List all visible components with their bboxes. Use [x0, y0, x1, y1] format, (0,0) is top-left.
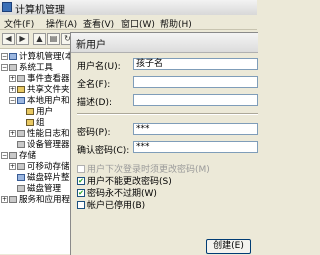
collapse-icon[interactable]: − — [1, 53, 8, 60]
tree-item-label: 组 — [36, 118, 45, 128]
tree-item-label: 设备管理器 — [27, 140, 70, 150]
up-folder-icon[interactable]: ▲ — [33, 33, 46, 45]
forward-icon[interactable]: ▶ — [16, 33, 29, 45]
folder-icon — [26, 119, 34, 126]
tree-item-label: 磁盘管理 — [27, 184, 62, 194]
confirm-password-field[interactable]: *** — [133, 141, 258, 153]
description-field[interactable] — [133, 94, 258, 106]
cannot-change-password-checkbox[interactable]: ✔ — [77, 176, 85, 185]
menu-bar: 文件(F) 操作(A) 查看(V) 窗口(W) 帮助(H) — [0, 15, 257, 30]
tree-item-event-viewer[interactable]: + 事件查看器 — [9, 74, 70, 84]
fullname-field[interactable] — [133, 76, 258, 88]
tree-item-storage[interactable]: − 存储 — [1, 151, 36, 161]
expand-icon[interactable]: + — [1, 196, 8, 203]
tree-item-label: 可移动存储 — [27, 162, 70, 172]
tree-item-label: 系统工具 — [19, 63, 54, 73]
tree-item-label: 事件查看器 — [27, 74, 70, 84]
tree-item-shared-folders[interactable]: + 共享文件夹 — [9, 85, 70, 95]
tree-item-label: 共享文件夹 — [27, 85, 70, 95]
account-disabled-option[interactable]: 帐户已停用(B) — [77, 198, 146, 211]
tools-icon — [9, 64, 17, 71]
expand-icon[interactable]: + — [9, 130, 16, 137]
computer-icon — [9, 53, 17, 60]
computer-management-icon — [2, 2, 12, 12]
password-never-expires-checkbox[interactable]: ✔ — [77, 188, 85, 197]
services-icon — [9, 196, 17, 203]
collapse-icon[interactable]: − — [1, 152, 8, 159]
menu-window[interactable]: 窗口(W) — [121, 17, 155, 30]
show-tree-icon[interactable]: ▤ — [47, 33, 60, 45]
username-field[interactable]: 孩子名 — [133, 58, 258, 70]
must-change-password-checkbox[interactable] — [77, 164, 85, 173]
must-change-password-option[interactable]: 用户下次登录时须更改密码(M) — [77, 162, 210, 175]
menu-view[interactable]: 查看(V) — [83, 17, 114, 30]
defrag-icon — [17, 174, 25, 181]
menu-action[interactable]: 操作(A) — [46, 17, 77, 30]
back-icon[interactable]: ◀ — [2, 33, 15, 45]
new-user-dialog: 新用户 用户名(U): 孩子名 全名(F): 描述(D): 密码(P): ***… — [70, 32, 258, 255]
event-viewer-icon — [17, 75, 25, 82]
collapse-icon[interactable]: − — [1, 64, 8, 71]
password-label: 密码(P): — [77, 128, 111, 138]
fullname-label: 全名(F): — [77, 80, 111, 90]
cannot-change-password-option[interactable]: ✔ 用户不能更改密码(S) — [77, 174, 172, 187]
confirm-password-label: 确认密码(C): — [77, 146, 130, 156]
collapse-icon[interactable]: − — [9, 97, 16, 104]
folder-icon — [26, 108, 34, 115]
tree-item-removable-storage[interactable]: + 可移动存储 — [9, 162, 70, 172]
menu-help[interactable]: 帮助(H) — [160, 17, 192, 30]
expand-icon[interactable]: + — [9, 86, 16, 93]
password-field[interactable]: *** — [133, 123, 258, 135]
tree-item-services-apps[interactable]: + 服务和应用程序 — [1, 195, 79, 205]
tree-item-disk-defragmenter[interactable]: 磁盘碎片整理 — [17, 173, 78, 183]
tree-item-label: 用户 — [36, 107, 54, 117]
description-label: 描述(D): — [77, 98, 112, 108]
window-title: 计算机管理 — [15, 5, 65, 16]
storage-icon — [9, 152, 17, 159]
tree-item-local-users-groups[interactable]: − 本地用户和组 — [9, 96, 78, 106]
tree-item-disk-management[interactable]: 磁盘管理 — [17, 184, 61, 194]
disk-icon — [17, 185, 25, 192]
tree-item-device-manager[interactable]: 设备管理器 — [17, 140, 70, 150]
account-disabled-checkbox[interactable] — [77, 200, 85, 209]
tree-item-label: 存储 — [19, 151, 37, 161]
shared-folder-icon — [17, 86, 25, 93]
create-button[interactable]: 创建(E) — [206, 239, 251, 254]
password-never-expires-option[interactable]: ✔ 密码永不过期(W) — [77, 186, 157, 199]
username-label: 用户名(U): — [77, 62, 121, 72]
dialog-title: 新用户 — [76, 40, 106, 51]
tree-item-users[interactable]: 用户 — [26, 107, 53, 117]
removable-storage-icon — [17, 163, 25, 170]
users-icon — [17, 97, 25, 104]
separator — [77, 113, 258, 115]
expand-icon[interactable]: + — [9, 163, 16, 170]
performance-icon — [17, 130, 25, 137]
account-disabled-label: 帐户已停用(B) — [87, 201, 146, 211]
expand-icon[interactable]: + — [9, 75, 16, 82]
menu-file[interactable]: 文件(F) — [4, 17, 34, 30]
dialog-title-bar[interactable]: 新用户 — [71, 33, 258, 53]
tree-item-groups[interactable]: 组 — [26, 118, 45, 128]
device-manager-icon — [17, 141, 25, 148]
tree-item-system-tools[interactable]: − 系统工具 — [1, 63, 53, 73]
title-bar: 计算机管理 — [0, 0, 257, 16]
